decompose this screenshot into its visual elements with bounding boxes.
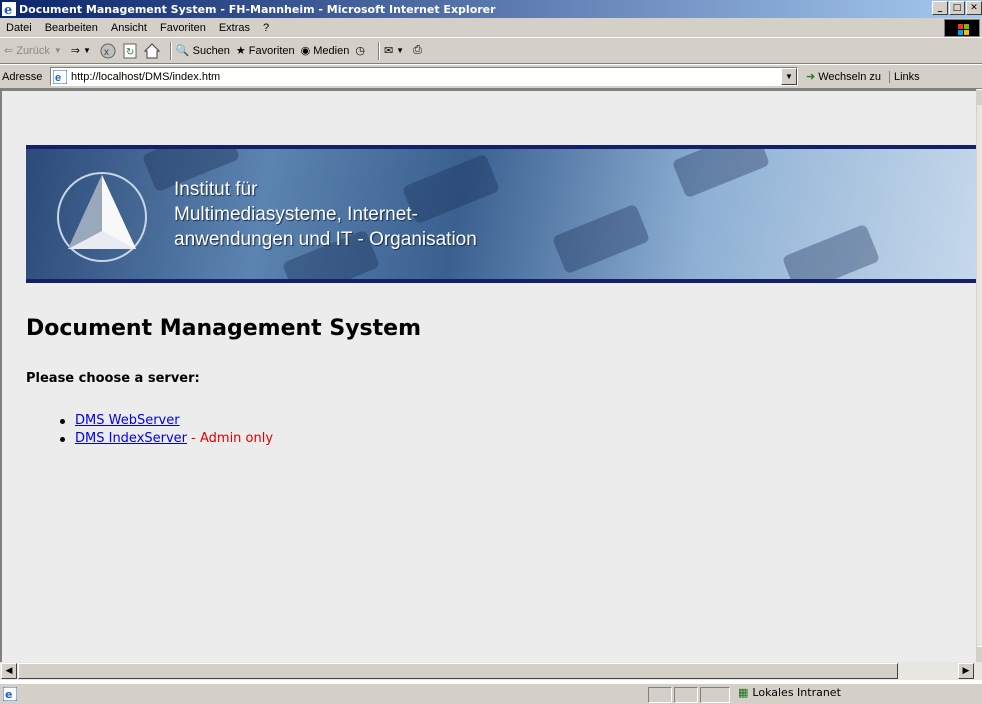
svg-text:e: e	[5, 688, 12, 701]
minimize-button[interactable]: _	[932, 1, 948, 15]
chevron-down-icon: ▼	[82, 46, 91, 55]
banner-text: Institut für Multimediasysteme, Internet…	[174, 177, 477, 252]
svg-text:x: x	[104, 47, 109, 58]
scroll-right-button[interactable]: ▶	[958, 663, 974, 679]
toolbar-separator	[169, 41, 172, 60]
stop-icon: x	[100, 43, 116, 58]
address-label: Adresse	[2, 70, 43, 83]
title-bar: e Document Management System - FH-Mannhe…	[0, 0, 982, 18]
forward-button[interactable]: ⇒ ▼	[71, 44, 94, 57]
go-button[interactable]: ➜ Wechseln zu	[806, 70, 881, 84]
scroll-up-arrow[interactable]	[977, 89, 982, 105]
admin-only-note: - Admin only	[187, 431, 274, 446]
banner-line-2: Multimediasysteme, Internet-	[174, 204, 418, 225]
status-panel	[648, 687, 672, 703]
window-title: Document Management System - FH-Mannheim…	[19, 2, 496, 16]
address-dropdown-button[interactable]: ▼	[781, 68, 797, 85]
go-label: Wechseln zu	[818, 70, 881, 83]
search-label: Suchen	[192, 44, 230, 57]
menu-ansicht[interactable]: Ansicht	[105, 22, 154, 34]
choose-server-text: Please choose a server:	[26, 371, 200, 386]
history-icon: ◷	[355, 45, 365, 57]
address-input[interactable]: e http://localhost/DMS/index.htm ▼	[50, 67, 798, 86]
status-panel	[674, 687, 698, 703]
vertical-scrollbar[interactable]	[976, 89, 982, 662]
refresh-button[interactable]: ↻	[122, 43, 138, 59]
horizontal-scroll-thumb[interactable]	[18, 663, 898, 679]
favorites-button[interactable]: ★ Favoriten	[235, 44, 295, 58]
menu-extras[interactable]: Extras	[213, 22, 257, 34]
favorites-icon: ★	[235, 45, 246, 57]
close-button[interactable]: ✕	[966, 1, 982, 15]
history-button[interactable]: ◷	[355, 44, 368, 57]
page-icon: e	[53, 69, 67, 84]
favorites-label: Favoriten	[248, 44, 295, 57]
banner-line-1: Institut für	[174, 179, 258, 200]
mail-button[interactable]: ✉ ▼	[384, 44, 407, 57]
print-icon: ⎙	[413, 44, 422, 56]
menu-favoriten[interactable]: Favoriten	[154, 22, 213, 34]
svg-text:e: e	[55, 72, 61, 84]
window-controls: _ □ ✕	[932, 1, 982, 15]
media-button[interactable]: ◉ Medien	[300, 44, 350, 58]
webserver-link[interactable]: DMS WebServer	[75, 413, 180, 428]
standard-toolbar: ⇐ Zurück ▼ ⇒ ▼ x ↻ 🔍 Suchen ★ Favoriten …	[0, 38, 982, 64]
scroll-left-button[interactable]: ◀	[1, 663, 17, 679]
scroll-down-arrow[interactable]	[977, 646, 982, 662]
back-button[interactable]: ⇐ Zurück ▼	[4, 44, 65, 58]
list-item: DMS WebServer	[60, 413, 273, 431]
stop-button[interactable]: x	[100, 43, 116, 59]
back-arrow-icon: ⇐	[4, 45, 14, 57]
windows-logo-icon	[944, 19, 980, 37]
print-button[interactable]: ⎙	[413, 44, 425, 57]
menu-bearbeiten[interactable]: Bearbeiten	[39, 22, 105, 34]
horizontal-scrollbar[interactable]: ◀ ▶	[0, 662, 982, 680]
institute-banner: Institut für Multimediasysteme, Internet…	[26, 145, 976, 283]
status-panel	[700, 687, 730, 703]
list-item: DMS IndexServer - Admin only	[60, 431, 273, 449]
chevron-down-icon: ▼	[53, 46, 62, 55]
home-icon	[143, 42, 160, 58]
media-icon: ◉	[300, 45, 311, 57]
address-bar: Adresse e http://localhost/DMS/index.htm…	[0, 65, 982, 89]
keyboard-key-decoration	[781, 223, 881, 279]
search-icon: 🔍	[175, 45, 190, 57]
menu-datei[interactable]: Datei	[0, 22, 39, 34]
status-bar: e ▦ Lokales Intranet	[0, 683, 982, 704]
refresh-icon: ↻	[123, 43, 137, 58]
menu-help[interactable]: ?	[257, 22, 276, 34]
svg-text:e: e	[4, 3, 12, 16]
intranet-icon: ▦	[738, 686, 749, 699]
mail-icon: ✉	[383, 45, 394, 57]
server-list: DMS WebServer DMS IndexServer - Admin on…	[60, 413, 273, 449]
go-arrow-icon: ➜	[806, 71, 816, 83]
back-label: Zurück	[16, 44, 50, 57]
links-button[interactable]: Links	[889, 70, 920, 83]
security-zone-label: Lokales Intranet	[752, 686, 841, 699]
forward-arrow-icon: ⇒	[70, 45, 80, 57]
toolbar-separator	[377, 41, 380, 60]
ie-icon: e	[2, 2, 16, 16]
page-title: Document Management System	[26, 316, 422, 341]
institute-logo-icon	[57, 172, 147, 262]
address-url: http://localhost/DMS/index.htm	[71, 70, 221, 83]
media-label: Medien	[313, 44, 350, 57]
svg-text:↻: ↻	[126, 47, 134, 58]
maximize-button[interactable]: □	[949, 1, 965, 15]
keyboard-key-decoration	[551, 203, 651, 275]
page-status-icon: e	[3, 687, 17, 701]
home-button[interactable]	[143, 42, 160, 59]
indexserver-link[interactable]: DMS IndexServer	[75, 431, 187, 446]
chevron-down-icon: ▼	[396, 46, 405, 55]
banner-line-3: anwendungen und IT - Organisation	[174, 229, 477, 250]
security-zone: ▦ Lokales Intranet	[738, 686, 841, 699]
keyboard-key-decoration	[671, 149, 771, 199]
search-button[interactable]: 🔍 Suchen	[175, 44, 230, 58]
menu-bar: Datei Bearbeiten Ansicht Favoriten Extra…	[0, 18, 982, 38]
